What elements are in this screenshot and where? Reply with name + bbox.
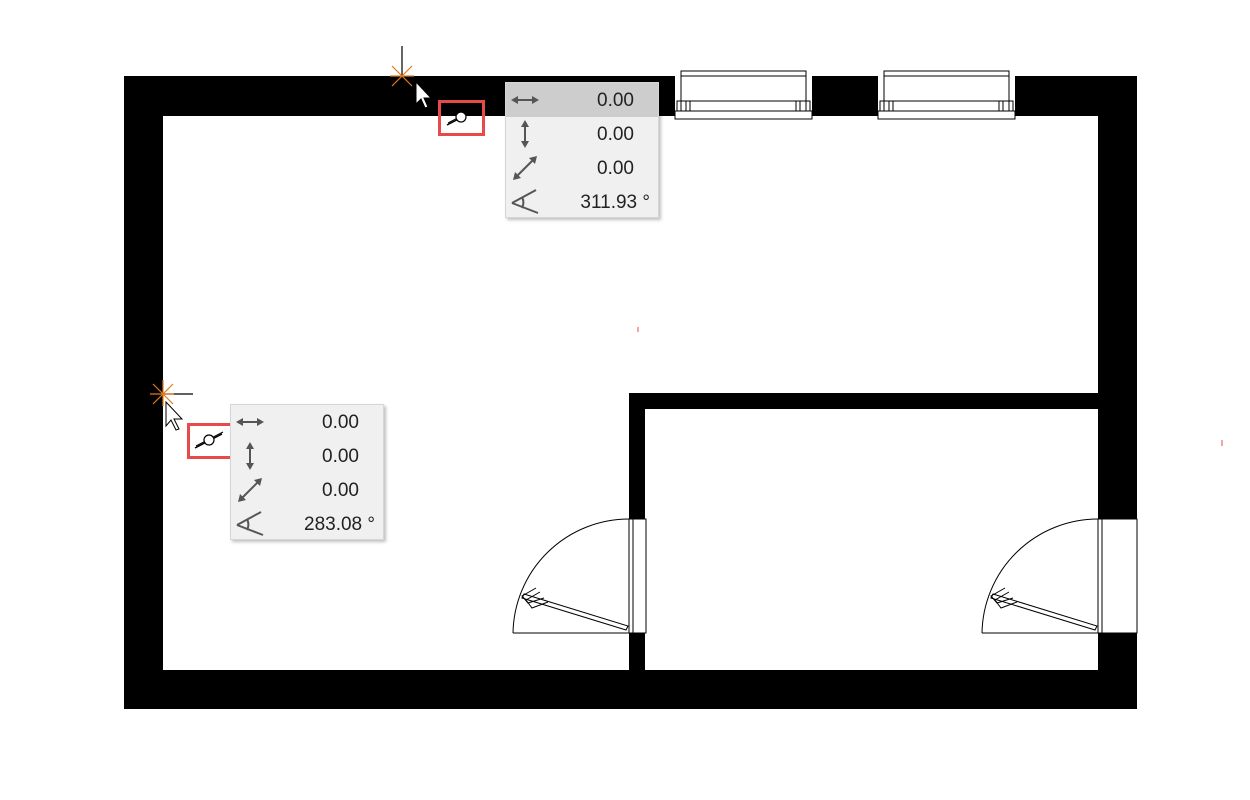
tracker-distance-value[interactable]: 0.00	[322, 480, 359, 502]
tracker-distance-field[interactable]: 0.00	[231, 473, 383, 507]
horizontal-arrow-icon	[236, 418, 264, 426]
tracker-distance-field[interactable]: 0.00	[506, 151, 658, 185]
wall-right[interactable]	[1098, 76, 1137, 519]
interior-wall-vertical[interactable]	[629, 393, 645, 519]
tracker-x-value[interactable]: 0.00	[322, 412, 359, 434]
diagonal-arrow-icon	[513, 156, 537, 180]
interior-wall-horizontal[interactable]	[629, 393, 1098, 409]
angle-icon	[511, 189, 539, 214]
tracker-y-value[interactable]: 0.00	[597, 124, 634, 146]
tracker-angle-value[interactable]: 311.93 °	[580, 192, 650, 214]
tracker-x-field[interactable]: 0.00	[506, 83, 658, 117]
tracker-angle-value[interactable]: 283.08 °	[304, 514, 375, 536]
wall-left[interactable]	[124, 76, 163, 709]
diagonal-arrow-icon	[238, 478, 262, 502]
horizontal-arrow-icon	[511, 96, 539, 104]
coordinate-tracker-2[interactable]: 0.00 0.00 0.00 283.08 °	[230, 404, 384, 540]
interior-wall-vertical-lower[interactable]	[629, 633, 645, 673]
snap-highlight-box-1	[438, 100, 485, 136]
tracker-angle-field[interactable]: 283.08 °	[231, 507, 383, 541]
interior-walls[interactable]	[629, 393, 1098, 673]
door-1[interactable]	[512, 518, 647, 634]
window-2[interactable]	[877, 70, 1016, 120]
tracker-angle-field[interactable]: 311.93 °	[506, 185, 658, 219]
wall-bottom[interactable]	[124, 670, 1137, 709]
tracker-y-field[interactable]: 0.00	[231, 439, 383, 473]
door-2[interactable]	[981, 518, 1138, 634]
vertical-arrow-icon	[521, 120, 529, 148]
tracker-x-field[interactable]: 0.00	[231, 405, 383, 439]
wall-right-lower[interactable]	[1098, 633, 1137, 709]
snap-highlight-box-2	[187, 423, 234, 459]
coordinate-tracker-1[interactable]: 0.00 0.00 0.00 311.93 °	[505, 82, 659, 218]
window-1[interactable]	[674, 70, 813, 120]
tracker-y-field[interactable]: 0.00	[506, 117, 658, 151]
vertical-arrow-icon	[246, 442, 254, 470]
tracker-distance-value[interactable]: 0.00	[597, 158, 634, 180]
angle-icon	[236, 511, 264, 536]
tracker-y-value[interactable]: 0.00	[322, 446, 359, 468]
tracker-x-value[interactable]: 0.00	[597, 90, 634, 112]
pointer-cursor-icon	[165, 400, 184, 431]
